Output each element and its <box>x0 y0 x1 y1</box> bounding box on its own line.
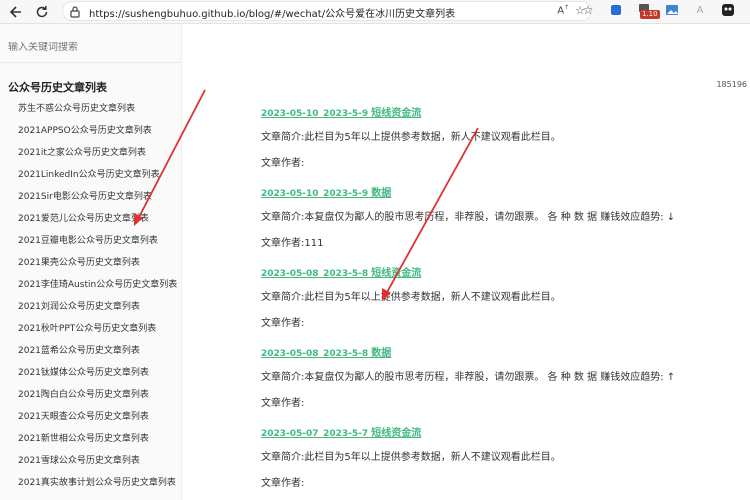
visit-counter: 185196 <box>716 80 747 89</box>
article-entry: 2023-05-10_2023-5-9 数据 文章简介:本复盘仅为鄙人的股市思考… <box>261 181 675 249</box>
article-summary: 文章简介:此栏目为5年以上提供参考数据，新人不建议观看此栏目。 <box>261 452 561 463</box>
article-author: 文章作者: <box>261 398 305 409</box>
sidebar-item[interactable]: 2021天眼查公众号历史文章列表 <box>18 409 177 431</box>
sidebar-item[interactable]: 2021刘润公众号历史文章列表 <box>18 299 177 321</box>
back-arrow-icon <box>9 6 21 18</box>
search-input[interactable] <box>8 42 168 53</box>
back-button[interactable] <box>6 2 26 22</box>
article-link[interactable]: 2023-05-08_2023-5-8 数据 <box>261 348 391 359</box>
refresh-icon <box>36 6 48 18</box>
lock-icon <box>69 4 81 23</box>
article-entry: 2023-05-10_2023-5-9 短线资金流 文章简介:此栏目为5年以上提… <box>261 101 561 169</box>
sidebar-list: 苏生不惑公众号历史文章列表 2021APPSO公众号历史文章列表 2021it之… <box>18 101 177 497</box>
sidebar-item[interactable]: 2021蓝希公众号历史文章列表 <box>18 343 177 365</box>
refresh-button[interactable] <box>32 2 52 22</box>
sidebar-item[interactable]: 2021陶白白公众号历史文章列表 <box>18 387 177 409</box>
extension-a-icon[interactable]: A <box>692 2 708 18</box>
sidebar-item[interactable]: 2021李佳琦Austin公众号历史文章列表 <box>18 277 177 299</box>
article-link[interactable]: 2023-05-10_2023-5-9 数据 <box>261 188 391 199</box>
sidebar-item[interactable]: 2021it之家公众号历史文章列表 <box>18 145 177 167</box>
sidebar-item[interactable]: 苏生不惑公众号历史文章列表 <box>18 101 177 123</box>
extension-dark-icon[interactable] <box>720 2 736 18</box>
article-author: 文章作者: <box>261 318 305 329</box>
sidebar-item[interactable]: 2021APPSO公众号历史文章列表 <box>18 123 177 145</box>
article-entry: 2023-05-07_2023-5-7 短线资金流 文章简介:此栏目为5年以上提… <box>261 421 561 489</box>
sidebar-item[interactable]: 2021秋叶PPT公众号历史文章列表 <box>18 321 177 343</box>
article-author: 文章作者: <box>261 158 305 169</box>
article-summary: 文章简介:此栏目为5年以上提供参考数据，新人不建议观看此栏目。 <box>261 292 561 303</box>
article-summary: 文章简介:本复盘仅为鄙人的股市思考历程，非荐股，请勿跟票。 各 种 数 据 赚钱… <box>261 372 676 383</box>
article-entry: 2023-05-08_2023-5-8 短线资金流 文章简介:此栏目为5年以上提… <box>261 261 561 329</box>
url-text: https://sushengbuhuo.github.io/blog/#/we… <box>89 9 456 20</box>
image-icon[interactable] <box>664 2 680 18</box>
sidebar-item[interactable]: 2021果壳公众号历史文章列表 <box>18 255 177 277</box>
favorites-icon[interactable]: ☆ <box>580 2 596 18</box>
sidebar-item[interactable]: 2021Sir电影公众号历史文章列表 <box>18 189 177 211</box>
browser-toolbar: https://sushengbuhuo.github.io/blog/#/we… <box>0 0 750 24</box>
article-link[interactable]: 2023-05-10_2023-5-9 短线资金流 <box>261 108 421 119</box>
read-aloud-icon[interactable]: A↑ <box>557 4 569 17</box>
extension-badge: 1.10 <box>640 10 660 19</box>
article-link[interactable]: 2023-05-07_2023-5-7 短线资金流 <box>261 428 421 439</box>
article-link[interactable]: 2023-05-08_2023-5-8 短线资金流 <box>261 268 421 279</box>
article-entry: 2023-05-08_2023-5-8 数据 文章简介:本复盘仅为鄙人的股市思考… <box>261 341 675 409</box>
article-summary: 文章简介:本复盘仅为鄙人的股市思考历程，非荐股，请勿跟票。 各 种 数 据 赚钱… <box>261 212 676 223</box>
address-bar[interactable]: https://sushengbuhuo.github.io/blog/#/we… <box>62 1 592 21</box>
article-author: 文章作者:111 <box>261 238 324 249</box>
sidebar-item[interactable]: 2021爱范儿公众号历史文章列表 <box>18 211 177 233</box>
sidebar-item[interactable]: 2021豆瓣电影公众号历史文章列表 <box>18 233 177 255</box>
extension-icon[interactable] <box>608 2 624 18</box>
article-author: 文章作者: <box>261 478 305 489</box>
search-divider <box>0 62 181 63</box>
sidebar-item[interactable]: 2021LinkedIn公众号历史文章列表 <box>18 167 177 189</box>
sidebar: 公众号历史文章列表 苏生不惑公众号历史文章列表 2021APPSO公众号历史文章… <box>0 24 182 500</box>
sidebar-item[interactable]: 2021真实故事计划公众号历史文章列表 <box>18 475 177 497</box>
article-summary: 文章简介:此栏目为5年以上提供参考数据，新人不建议观看此栏目。 <box>261 132 561 143</box>
sidebar-title: 公众号历史文章列表 <box>8 81 107 94</box>
sidebar-item[interactable]: 2021钛媒体公众号历史文章列表 <box>18 365 177 387</box>
extension-badge-icon[interactable]: 1.10 <box>636 2 660 19</box>
sidebar-item[interactable]: 2021新世相公众号历史文章列表 <box>18 431 177 453</box>
sidebar-item[interactable]: 2021雪球公众号历史文章列表 <box>18 453 177 475</box>
